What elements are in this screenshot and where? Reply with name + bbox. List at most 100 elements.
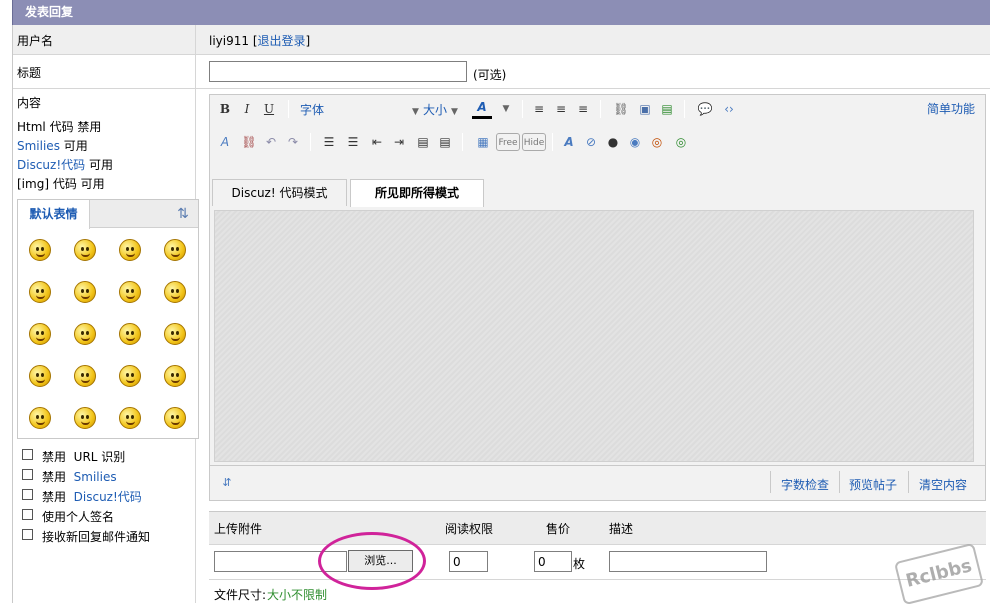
devil-icon[interactable] — [164, 407, 186, 429]
image-icon[interactable]: ▣ — [636, 100, 654, 118]
chevron-down-icon[interactable]: ▼ — [497, 100, 515, 118]
font-select[interactable]: 字体 ▼ — [300, 101, 419, 118]
sad-icon[interactable] — [164, 323, 186, 345]
victory-hand-icon[interactable] — [164, 239, 186, 261]
tab-wysiwyg-mode[interactable]: 所见即所得模式 — [350, 179, 484, 207]
float-right-icon[interactable]: ▤ — [436, 133, 454, 151]
disable-smilies-checkbox[interactable] — [22, 469, 33, 480]
indent-icon[interactable]: ⇥ — [390, 133, 408, 151]
hide-icon[interactable]: Hide — [522, 133, 546, 151]
content-label: 内容 — [17, 96, 42, 110]
shocked-icon[interactable] — [164, 365, 186, 387]
bold-button[interactable]: B — [216, 100, 234, 118]
editor-textarea[interactable] — [214, 210, 974, 462]
handshake-icon[interactable] — [119, 281, 141, 303]
outdent-icon[interactable]: ⇤ — [368, 133, 386, 151]
default-smilies-tab[interactable]: 默认表情 — [18, 200, 90, 229]
username-value: liyi911 [退出登录] — [209, 32, 310, 49]
disable-smilies-text: 禁用 — [42, 470, 67, 484]
video-icon[interactable]: ◎ — [672, 133, 690, 151]
redo-icon[interactable]: ↷ — [284, 133, 302, 151]
use-signature-checkbox[interactable] — [22, 509, 33, 520]
disable-smilies-link[interactable]: Smilies — [74, 470, 117, 484]
disable-discuz-code-link[interactable]: Discuz!代码 — [74, 490, 142, 504]
smilies-link[interactable]: Smilies — [17, 139, 60, 153]
underline-button[interactable]: U — [260, 100, 278, 118]
quote-icon[interactable]: 💬 — [696, 100, 714, 118]
smiley-mouth — [81, 295, 90, 299]
remove-format-icon[interactable]: A — [216, 133, 234, 151]
table-icon[interactable]: ▦ — [474, 133, 492, 151]
rm-media-icon[interactable]: ◉ — [626, 133, 644, 151]
italic-button[interactable]: I — [238, 100, 256, 118]
footer-separator — [770, 471, 771, 493]
insert-media-icon[interactable]: ▤ — [658, 100, 676, 118]
resize-editor-icon[interactable]: ⇵ — [218, 474, 236, 492]
preview-post-link[interactable]: 预览帖子 — [849, 476, 897, 493]
music-icon[interactable]: ◎ — [648, 133, 666, 151]
smiley-mouth — [36, 421, 45, 425]
read-permission-input[interactable] — [449, 551, 488, 572]
description-input[interactable] — [609, 551, 767, 572]
size-select[interactable]: 大小 ▼ — [423, 101, 458, 118]
title-input[interactable] — [209, 61, 467, 82]
green-man-icon[interactable] — [119, 239, 141, 261]
qq-icon[interactable]: ● — [604, 133, 622, 151]
link-icon[interactable]: ⛓ — [612, 100, 630, 118]
price-input[interactable] — [534, 551, 572, 572]
kiss-icon[interactable] — [74, 407, 96, 429]
email-notify-checkbox[interactable] — [22, 529, 33, 540]
smiley-mouth — [126, 253, 135, 257]
text-color-button[interactable]: A — [472, 98, 492, 119]
cry-icon[interactable] — [74, 365, 96, 387]
discuz-code-link[interactable]: Discuz!代码 — [17, 158, 85, 172]
left-border — [12, 25, 13, 603]
blush-icon[interactable] — [29, 323, 51, 345]
tab-discuz-code-mode[interactable]: Discuz! 代码模式 — [212, 179, 347, 206]
disable-smilies-label: 禁用 Smilies — [42, 468, 117, 485]
price-header: 售价 — [546, 522, 571, 536]
flash-icon[interactable]: ⊘ — [582, 133, 600, 151]
simple-mode-link[interactable]: 简单功能 — [927, 100, 975, 117]
img-code-status: [img] 代码 可用 — [17, 175, 105, 194]
undo-icon[interactable]: ↶ — [262, 133, 280, 151]
img-code-value: 可用 — [80, 177, 105, 191]
grin-icon[interactable] — [74, 239, 96, 261]
size-select-label: 大小 — [423, 103, 448, 117]
wink-icon[interactable] — [119, 323, 141, 345]
clock-icon[interactable] — [29, 281, 51, 303]
angry-icon[interactable] — [74, 323, 96, 345]
header-title: 发表回复 — [25, 5, 74, 19]
clear-content-link[interactable]: 清空内容 — [919, 476, 967, 493]
unlink-icon[interactable]: ⛓ — [240, 133, 258, 151]
phone-icon[interactable] — [164, 281, 186, 303]
shy-icon[interactable] — [119, 407, 141, 429]
align-right-icon[interactable]: ≡ — [574, 100, 592, 118]
free-icon[interactable]: Free — [496, 133, 520, 151]
disable-discuz-code-checkbox[interactable] — [22, 489, 33, 500]
smiley-mouth — [171, 253, 180, 257]
word-count-link[interactable]: 字数检查 — [781, 476, 829, 493]
lips-icon[interactable] — [74, 281, 96, 303]
float-left-icon[interactable]: ▤ — [414, 133, 432, 151]
smiley-mouth — [81, 379, 90, 383]
smile-icon[interactable] — [29, 239, 51, 261]
logout-link[interactable]: 退出登录 — [258, 34, 306, 48]
ordered-list-icon[interactable]: ☰ — [320, 133, 338, 151]
editor-toolbar-row1: B I U 字体 ▼ 大小 ▼ A ▼ ≡ ≡ ≡ ⛓ ▣ ▤ 💬 ‹› 简单功能 — [210, 95, 985, 125]
align-left-icon[interactable]: ≡ — [530, 100, 548, 118]
file-size-label: 文件尺寸: — [214, 588, 267, 602]
smilies-header: 默认表情 ⇅ — [18, 200, 198, 229]
unordered-list-icon[interactable]: ☰ — [344, 133, 362, 151]
smiley-mouth — [36, 295, 45, 299]
align-center-icon[interactable]: ≡ — [552, 100, 570, 118]
font-style-icon[interactable]: A — [560, 133, 578, 151]
description-header: 描述 — [609, 522, 634, 536]
disable-url-checkbox[interactable] — [22, 449, 33, 460]
expand-arrows-icon[interactable]: ⇅ — [172, 203, 194, 225]
mad-icon[interactable] — [119, 365, 141, 387]
smiley-mouth — [36, 253, 45, 257]
laugh-icon[interactable] — [29, 365, 51, 387]
happy-icon[interactable] — [29, 407, 51, 429]
code-icon[interactable]: ‹› — [720, 100, 738, 118]
